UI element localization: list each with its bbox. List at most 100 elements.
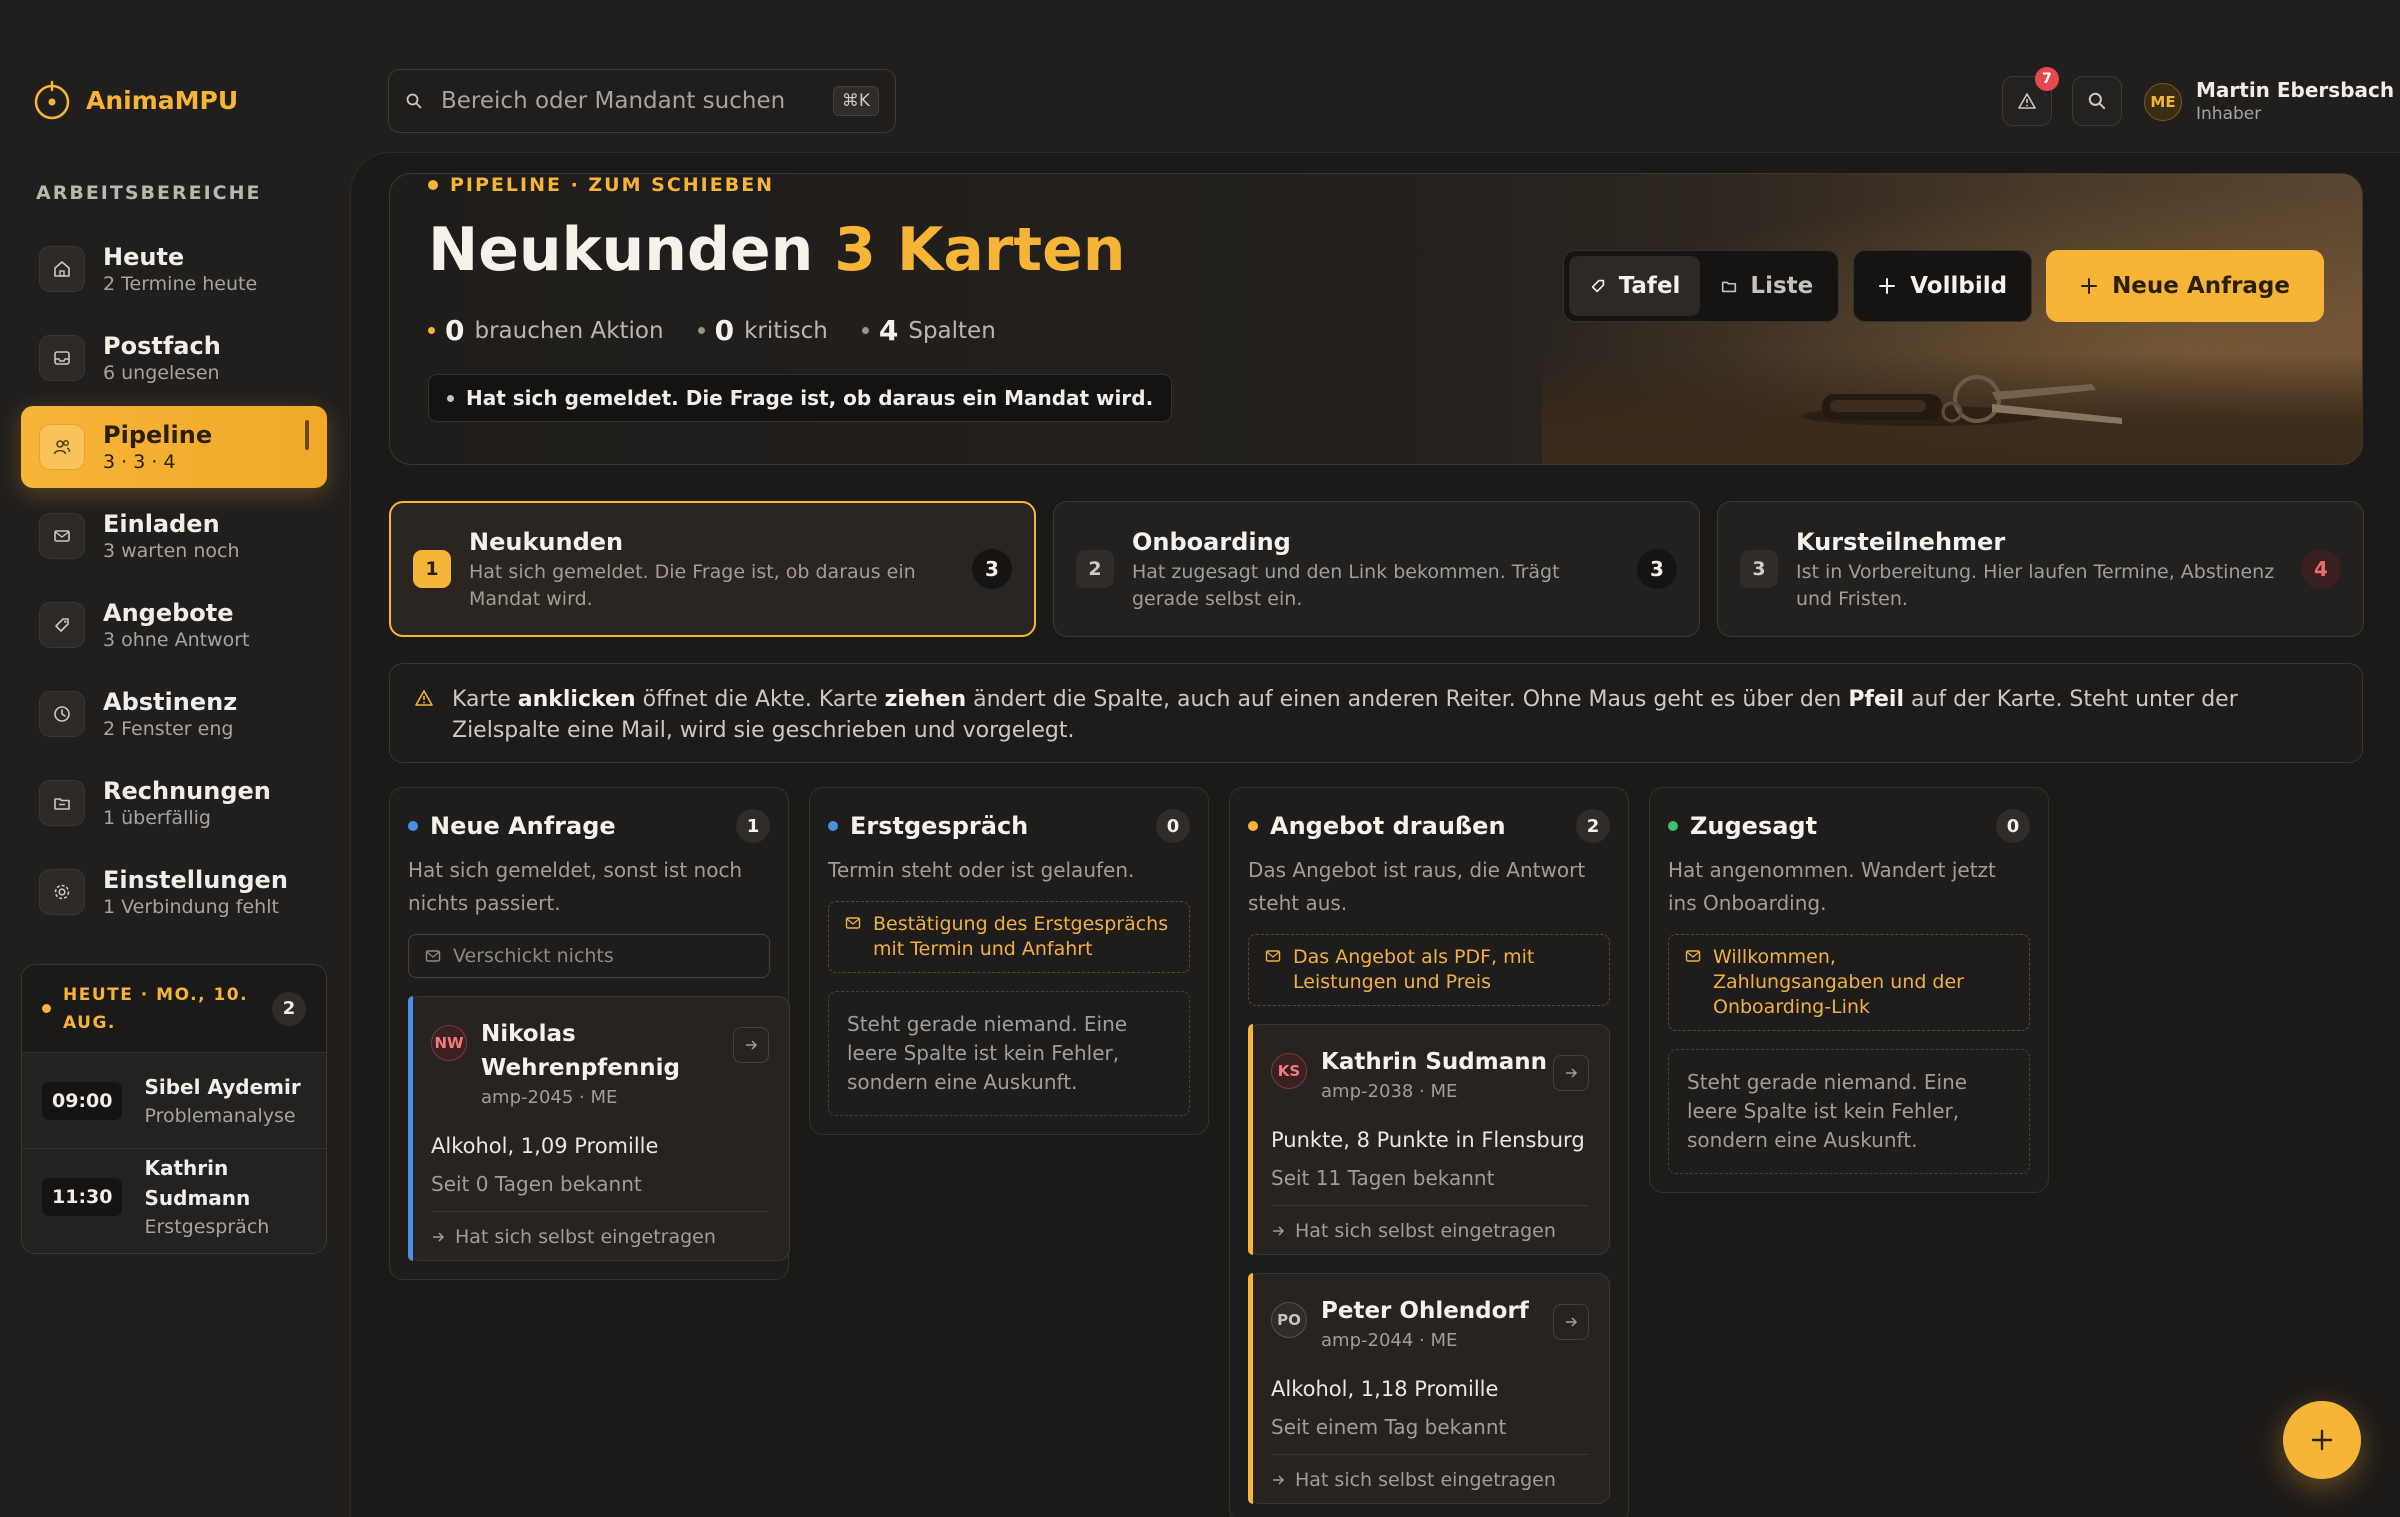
sidebar-item-label: Pipeline xyxy=(103,421,213,449)
search-shortcut: ⌘K xyxy=(832,86,879,116)
folder-icon xyxy=(1722,281,1737,293)
tab-title: Neukunden xyxy=(469,528,624,556)
tab-number: 3 xyxy=(1740,550,1778,588)
fullscreen-button[interactable]: Vollbild xyxy=(1853,250,2033,322)
column-title: Neue Anfrage xyxy=(430,812,616,840)
sidebar-item-label: Einladen xyxy=(103,510,220,538)
hero-eyebrow: PIPELINE · ZUM SCHIEBEN xyxy=(428,174,774,196)
tab-number: 2 xyxy=(1076,550,1114,588)
tab-count: 3 xyxy=(1637,549,1677,589)
add-fab-button[interactable] xyxy=(2283,1401,2361,1479)
arrow-right-icon xyxy=(746,1040,758,1050)
view-board-button[interactable]: Tafel xyxy=(1568,256,1701,316)
column-title: Erstgespräch xyxy=(850,812,1029,840)
sidebar-item-sub: 3 ohne Antwort xyxy=(103,629,250,651)
hint-keyword: ziehen xyxy=(884,687,967,712)
sidebar-item-abstinenz[interactable]: Abstinenz 2 Fenster eng xyxy=(21,673,327,755)
sidebar-item-sub: 1 überfällig xyxy=(103,807,211,829)
hint-part: Karte xyxy=(452,687,518,712)
search-button[interactable] xyxy=(2072,76,2122,126)
client-source: Hat sich selbst eingetragen xyxy=(431,1211,769,1248)
alert-count-badge: 7 xyxy=(2035,67,2059,91)
arrow-right-icon xyxy=(1566,1317,1578,1327)
mail-icon xyxy=(39,513,85,559)
gear-icon xyxy=(39,869,85,915)
view-toggle: Tafel Liste xyxy=(1562,250,1840,322)
tab-number: 1 xyxy=(413,550,451,588)
today-panel: HEUTE · MO., 10. AUG. 2 09:00 Sibel Ayde… xyxy=(21,964,327,1254)
tab-count: 3 xyxy=(972,549,1012,589)
column-title: Angebot draußen xyxy=(1270,812,1506,840)
hint-text: Karte anklicken öffnet die Akte. Karte z… xyxy=(452,684,2338,746)
usage-hint: Karte anklicken öffnet die Akte. Karte z… xyxy=(389,663,2363,763)
appointment-type: Erstgespräch xyxy=(144,1216,270,1238)
arrow-right-icon xyxy=(1566,1068,1578,1078)
client-card[interactable]: NW Nikolas Wehrenpfennig amp-2045 · ME Al… xyxy=(408,996,790,1261)
active-indicator xyxy=(305,420,309,450)
user-menu[interactable]: ME Martin Ebersbach Inhaber xyxy=(2144,78,2394,125)
stat-label: kritisch xyxy=(744,317,828,344)
hero-note-text: Hat sich gemeldet. Die Frage ist, ob dar… xyxy=(466,386,1154,410)
column-mail-rule: Das Angebot als PDF, mit Leistungen und … xyxy=(1248,934,1610,1006)
client-card[interactable]: KS Kathrin Sudmann amp-2038 · ME Punkte, … xyxy=(1248,1024,1610,1255)
warning-icon xyxy=(2018,93,2036,109)
column-dot xyxy=(1668,821,1678,831)
view-list-button[interactable]: Liste xyxy=(1700,256,1833,316)
appointment-item[interactable]: 09:00 Sibel Aydemir Problemanalyse xyxy=(22,1053,326,1149)
search-input[interactable] xyxy=(441,88,833,114)
sidebar-item-label: Postfach xyxy=(103,332,221,360)
avatar: PO xyxy=(1271,1302,1307,1338)
new-request-label: Neue Anfrage xyxy=(2112,273,2290,299)
app-logo[interactable]: AnimaMPU xyxy=(32,80,238,120)
client-card[interactable]: PO Peter Ohlendorf amp-2044 · ME Alkohol,… xyxy=(1248,1273,1610,1504)
sidebar-item-sub: 6 ungelesen xyxy=(103,362,220,384)
new-request-button[interactable]: Neue Anfrage xyxy=(2046,250,2324,322)
page-title-main: Neukunden xyxy=(428,215,814,285)
sidebar-section-label: ARBEITSBEREICHE xyxy=(36,182,262,204)
users-icon xyxy=(39,424,85,470)
sidebar-item-sub: 1 Verbindung fehlt xyxy=(103,896,279,918)
sidebar-item-rechnungen[interactable]: Rechnungen 1 überfällig xyxy=(21,762,327,844)
move-card-button[interactable] xyxy=(1553,1304,1589,1340)
hint-part: öffnet die Akte. Karte xyxy=(635,687,885,712)
stat-dot xyxy=(861,327,869,334)
user-role: Inhaber xyxy=(2196,104,2262,124)
tab-kursteilnehmer[interactable]: 3 Kursteilnehmer Ist in Vorbereitung. Hie… xyxy=(1717,501,2364,637)
column-dot xyxy=(828,821,838,831)
client-name: Kathrin Sudmann xyxy=(1321,1049,1547,1075)
search-bar[interactable]: ⌘K xyxy=(388,69,896,133)
sidebar-item-sub: 2 Termine heute xyxy=(103,273,258,295)
fullscreen-label: Vollbild xyxy=(1910,273,2008,299)
tab-description: Ist in Vorbereitung. Hier laufen Termine… xyxy=(1796,561,2275,610)
client-case: Alkohol, 1,09 Promille xyxy=(431,1134,659,1158)
client-name: Nikolas Wehrenpfennig xyxy=(481,1021,681,1081)
sidebar-item-postfach[interactable]: Postfach 6 ungelesen xyxy=(21,317,327,399)
sidebar-item-angebote[interactable]: Angebote 3 ohne Antwort xyxy=(21,584,327,666)
sidebar-item-label: Rechnungen xyxy=(103,777,271,805)
column-count: 1 xyxy=(736,809,770,843)
sidebar-item-einladen[interactable]: Einladen 3 warten noch xyxy=(21,495,327,577)
sidebar-item-pipeline[interactable]: Pipeline 3 · 3 · 4 xyxy=(21,406,327,488)
move-card-button[interactable] xyxy=(1553,1055,1589,1091)
mail-icon xyxy=(425,950,441,962)
tab-onboarding[interactable]: 2 Onboarding Hat zugesagt und den Link be… xyxy=(1053,501,1700,637)
column-mail-rule: Verschickt nichts xyxy=(408,934,770,978)
hero-banner: PIPELINE · ZUM SCHIEBEN Neukunden 3 Kart… xyxy=(389,173,2363,465)
today-title: HEUTE · MO., 10. AUG. xyxy=(63,984,249,1033)
tab-neukunden[interactable]: 1 Neukunden Hat sich gemeldet. Die Frage … xyxy=(389,501,1036,637)
stat-critical: 0 kritisch xyxy=(697,314,828,347)
appointment-item[interactable]: 11:30 Kathrin Sudmann Erstgespräch xyxy=(22,1149,326,1245)
mail-rule-text: Bestätigung des Erstgesprächs mit Termin… xyxy=(873,913,1169,960)
mail-icon xyxy=(1265,950,1281,962)
move-card-button[interactable] xyxy=(733,1027,769,1063)
sidebar-item-label: Einstellungen xyxy=(103,866,288,894)
plus-icon xyxy=(2311,1429,2333,1451)
sidebar-item-heute[interactable]: Heute 2 Termine heute xyxy=(21,228,327,310)
search-icon xyxy=(2088,92,2106,110)
eyebrow-dot xyxy=(428,180,438,190)
column-dot xyxy=(1248,821,1258,831)
sidebar-item-einstellungen[interactable]: Einstellungen 1 Verbindung fehlt xyxy=(21,851,327,933)
mail-rule-text: Verschickt nichts xyxy=(453,945,614,967)
sidebar-item-sub: 3 warten noch xyxy=(103,540,240,562)
alerts-button[interactable]: 7 xyxy=(2002,67,2059,126)
